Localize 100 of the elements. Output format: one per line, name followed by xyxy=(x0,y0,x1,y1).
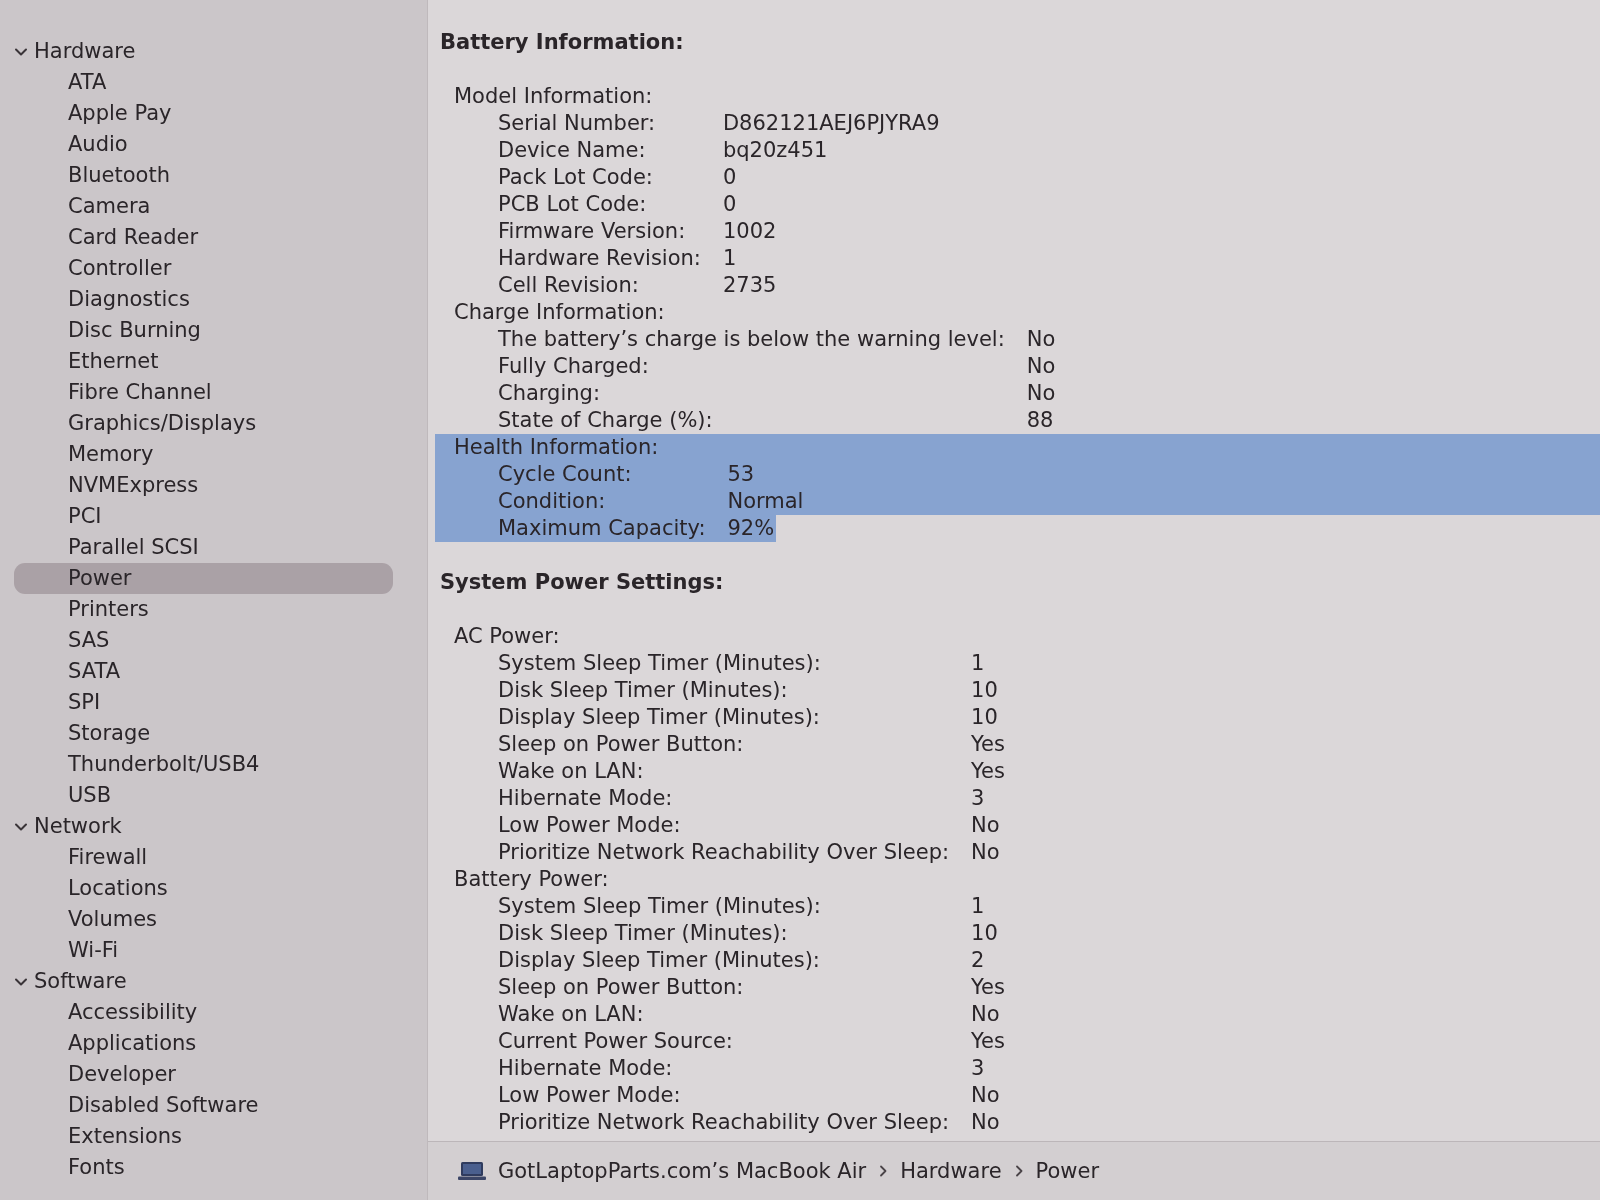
sidebar-item[interactable]: Locations xyxy=(14,873,393,904)
info-value: No xyxy=(971,839,1001,866)
info-label: Condition: xyxy=(498,489,606,513)
info-label: Cell Revision: xyxy=(498,273,639,297)
info-label: Hibernate Mode: xyxy=(498,1056,673,1080)
info-value: bq20z451 xyxy=(722,137,829,164)
info-value: 2 xyxy=(971,947,986,974)
sidebar-item[interactable]: Controller xyxy=(14,253,393,284)
info-value: 0 xyxy=(722,191,738,218)
info-value: No xyxy=(971,1082,1001,1109)
chevron-right-icon xyxy=(1013,1164,1024,1178)
path-segment[interactable]: Hardware xyxy=(900,1159,1002,1183)
info-value: No xyxy=(971,1109,1001,1136)
info-label: Low Power Mode: xyxy=(498,1083,681,1107)
info-label: Maximum Capacity: xyxy=(498,516,706,540)
info-label: Sleep on Power Button: xyxy=(498,975,744,999)
sidebar-item[interactable]: Apple Pay xyxy=(14,98,393,129)
path-segment[interactable]: GotLaptopParts.com’s MacBook Air xyxy=(498,1159,867,1183)
section-heading: Battery Information: xyxy=(440,29,684,56)
sidebar-item[interactable]: Audio xyxy=(14,129,393,160)
sidebar-item[interactable]: Wi-Fi xyxy=(14,935,393,966)
info-label: Serial Number: xyxy=(498,111,656,135)
info-value: Yes xyxy=(971,758,1006,785)
sidebar-item[interactable]: Parallel SCSI xyxy=(14,532,393,563)
sidebar-item[interactable]: Card Reader xyxy=(14,222,393,253)
info-label: Fully Charged: xyxy=(498,354,649,378)
info-label: Hibernate Mode: xyxy=(498,786,673,810)
info-label: Disk Sleep Timer (Minutes): xyxy=(498,921,788,945)
info-value: No xyxy=(1026,326,1057,353)
info-value: 10 xyxy=(971,920,999,947)
info-value: 88 xyxy=(1026,407,1055,434)
sidebar-item[interactable]: SATA xyxy=(14,656,393,687)
sidebar-item[interactable]: Camera xyxy=(14,191,393,222)
sidebar-item[interactable]: Disabled Software xyxy=(14,1090,393,1121)
info-label: Disk Sleep Timer (Minutes): xyxy=(498,678,788,702)
sidebar-item[interactable]: Fonts xyxy=(14,1152,393,1183)
info-value: 92% xyxy=(727,515,777,542)
info-label: System Sleep Timer (Minutes): xyxy=(498,651,821,675)
sidebar-item[interactable]: Ethernet xyxy=(14,346,393,377)
info-label: Wake on LAN: xyxy=(498,759,644,783)
sidebar-item[interactable]: ATA xyxy=(14,67,393,98)
sidebar-item[interactable]: Firewall xyxy=(14,842,393,873)
info-label: Current Power Source: xyxy=(498,1029,733,1053)
sidebar-item[interactable]: Bluetooth xyxy=(14,160,393,191)
info-value: 2735 xyxy=(722,272,778,299)
sidebar-item[interactable]: Software xyxy=(14,966,393,997)
info-label: Prioritize Network Reachability Over Sleep: xyxy=(498,1110,950,1134)
chevron-right-icon xyxy=(878,1164,889,1178)
section-heading: System Power Settings: xyxy=(440,569,724,596)
group-heading: AC Power: xyxy=(454,624,560,648)
sidebar-item[interactable]: PCI xyxy=(14,501,393,532)
info-label: Sleep on Power Button: xyxy=(498,732,744,756)
sidebar-item[interactable]: Extensions xyxy=(14,1121,393,1152)
info-value: 1 xyxy=(971,650,986,677)
info-value: 1 xyxy=(722,245,738,272)
info-label: Display Sleep Timer (Minutes): xyxy=(498,948,820,972)
sidebar-item[interactable]: Graphics/Displays xyxy=(14,408,393,439)
info-label: Prioritize Network Reachability Over Sleep: xyxy=(498,840,950,864)
sidebar-item[interactable]: Network xyxy=(14,811,393,842)
sidebar-item[interactable]: Applications xyxy=(14,1028,393,1059)
info-value: Yes xyxy=(971,731,1006,758)
group-heading: Battery Power: xyxy=(454,867,609,891)
sidebar-item[interactable]: SPI xyxy=(14,687,393,718)
info-value: D862121AEJ6PJYRA9 xyxy=(722,110,941,137)
info-value: No xyxy=(971,812,1001,839)
sidebar-item[interactable]: Memory xyxy=(14,439,393,470)
info-label: Wake on LAN: xyxy=(498,1002,644,1026)
info-label: System Sleep Timer (Minutes): xyxy=(498,894,821,918)
group-heading: Charge Information: xyxy=(454,300,665,324)
info-label: State of Charge (%): xyxy=(498,408,713,432)
sidebar-item[interactable]: Volumes xyxy=(14,904,393,935)
sidebar-item[interactable]: Diagnostics xyxy=(14,284,393,315)
sidebar-item[interactable]: Thunderbolt/USB4 xyxy=(14,749,393,780)
info-label: PCB Lot Code: xyxy=(498,192,647,216)
sidebar-item[interactable]: USB xyxy=(14,780,393,811)
sidebar-item[interactable]: Printers xyxy=(14,594,393,625)
info-value: Yes xyxy=(971,974,1006,1001)
info-label: Cycle Count: xyxy=(498,462,632,486)
sidebar-item[interactable]: NVMExpress xyxy=(14,470,393,501)
info-value: 1 xyxy=(971,893,986,920)
info-value: No xyxy=(971,1001,1001,1028)
info-value: 10 xyxy=(971,704,999,731)
sidebar-item[interactable]: SAS xyxy=(14,625,393,656)
info-label: The battery’s charge is below the warning level: xyxy=(498,327,1005,351)
laptop-icon xyxy=(458,1161,486,1181)
info-label: Device Name: xyxy=(498,138,646,162)
sidebar-item[interactable]: Power xyxy=(14,563,393,594)
info-label: Pack Lot Code: xyxy=(498,165,653,189)
info-value: 10 xyxy=(971,677,999,704)
sidebar-item[interactable]: Disc Burning xyxy=(14,315,393,346)
info-value: 3 xyxy=(971,1055,986,1082)
group-heading: Health Information: xyxy=(454,435,659,459)
sidebar-item[interactable]: Developer xyxy=(14,1059,393,1090)
sidebar-item[interactable]: Storage xyxy=(14,718,393,749)
info-value: Normal xyxy=(727,488,805,515)
path-segment[interactable]: Power xyxy=(1035,1159,1100,1183)
sidebar-item[interactable]: Hardware xyxy=(14,36,393,67)
info-label: Charging: xyxy=(498,381,600,405)
sidebar-item[interactable]: Accessibility xyxy=(14,997,393,1028)
sidebar-item[interactable]: Fibre Channel xyxy=(14,377,393,408)
